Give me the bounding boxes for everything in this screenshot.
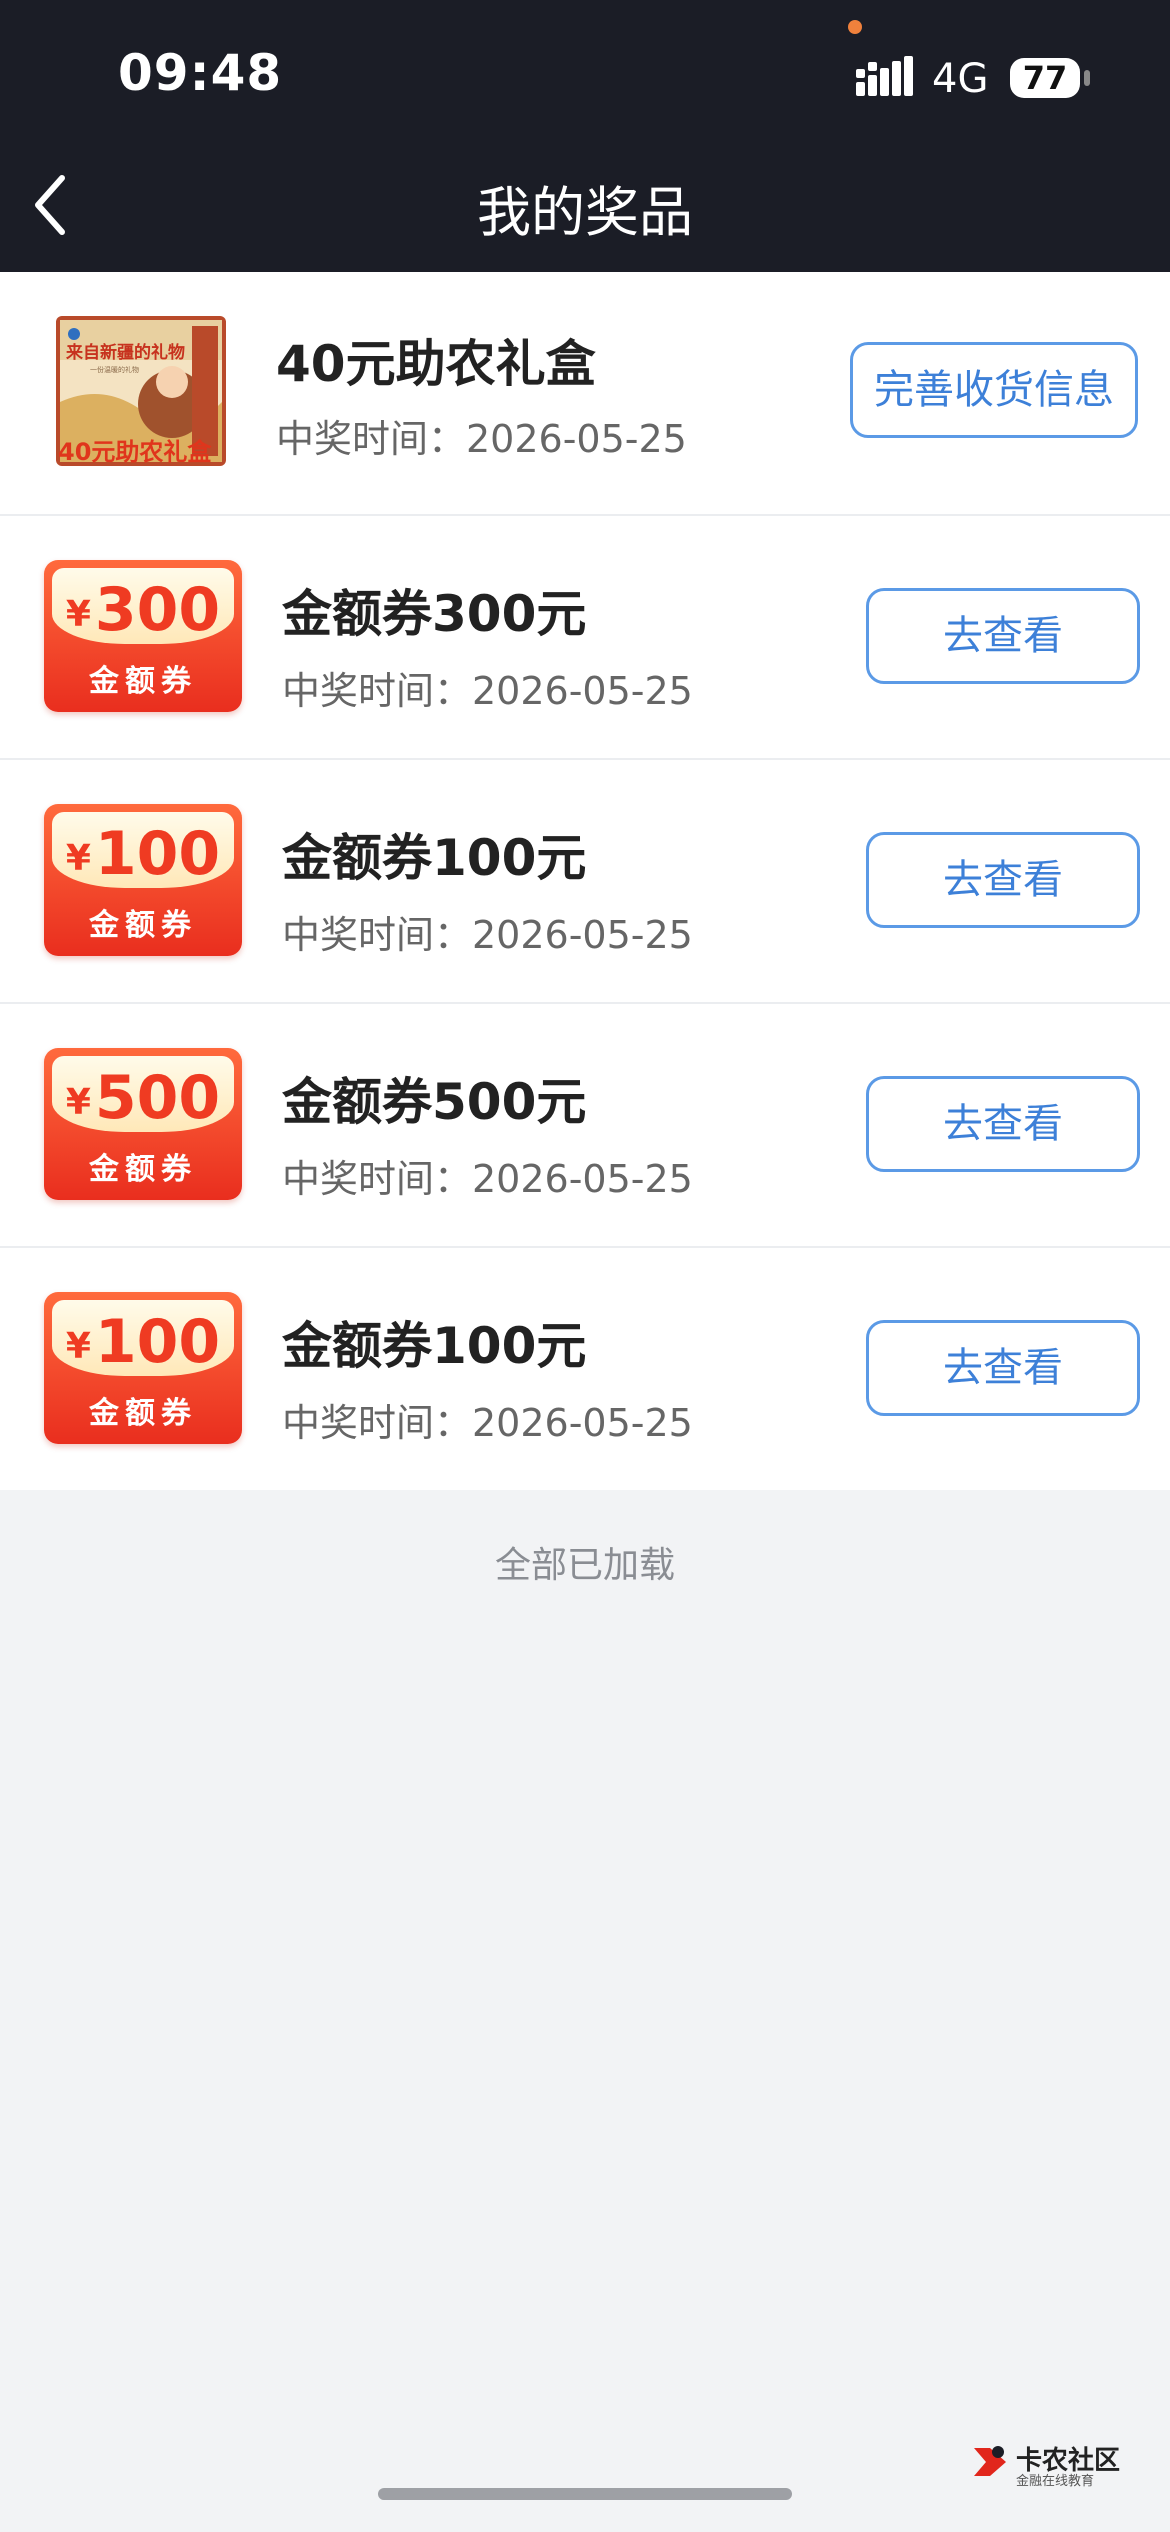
page-title: 我的奖品 — [477, 181, 693, 244]
voucher-icon: ¥500 金额券 — [44, 1048, 242, 1200]
all-loaded-text: 全部已加载 — [494, 1545, 675, 1586]
voucher-value: 100 — [94, 1307, 221, 1377]
prize-time: 中奖时间：2026-05-25 — [282, 913, 693, 957]
prize-time: 中奖时间：2026-05-25 — [282, 1157, 693, 1201]
prize-time: 中奖时间：2026-05-25 — [282, 1401, 693, 1445]
prize-row: ¥300 金额券 金额券300元 中奖时间：2026-05-25 去查看 — [0, 516, 1170, 760]
prize-row: ¥100 金额券 金额券100元 中奖时间：2026-05-25 去查看 — [0, 1248, 1170, 1490]
battery-level: 77 — [1022, 59, 1068, 97]
prize-name: 金额券100元 — [282, 1317, 587, 1375]
voucher-value: 300 — [94, 575, 221, 645]
voucher-icon: ¥300 金额券 — [44, 560, 242, 712]
voucher-amount: ¥300 — [52, 578, 234, 647]
currency-symbol: ¥ — [65, 1326, 91, 1367]
prize-row: ¥500 金额券 金额券500元 中奖时间：2026-05-25 去查看 — [0, 1004, 1170, 1248]
prize-row: ¥100 金额券 金额券100元 中奖时间：2026-05-25 去查看 — [0, 760, 1170, 1004]
prize-list: 来自新疆的礼物 一份温暖的礼物 40元助农礼盒 40元助农礼盒 中奖时间：202… — [0, 272, 1170, 1490]
voucher-amount: ¥100 — [52, 1310, 234, 1379]
voucher-top: ¥100 — [52, 1300, 234, 1376]
voucher-label: 金额券 — [89, 1152, 197, 1187]
view-button[interactable]: 去查看 — [866, 1320, 1140, 1416]
watermark-logo-icon — [974, 2446, 1006, 2476]
voucher-value: 500 — [94, 1063, 221, 1133]
currency-symbol: ¥ — [65, 594, 91, 635]
voucher-label: 金额券 — [89, 1396, 197, 1431]
view-button[interactable]: 去查看 — [866, 832, 1140, 928]
complete-shipping-info-button[interactable]: 完善收货信息 — [850, 342, 1138, 438]
header-bar: 09:48 4G 77 我的奖品 — [0, 0, 1170, 272]
prize-name: 金额券500元 — [282, 1073, 587, 1131]
watermark: 卡农社区 金融在线教育 — [970, 2440, 1120, 2490]
prize-name: 40元助农礼盒 — [276, 335, 596, 393]
voucher-amount: ¥500 — [52, 1066, 234, 1135]
privacy-indicator-dot — [848, 20, 862, 34]
signal-icon — [856, 56, 913, 96]
view-button[interactable]: 去查看 — [866, 588, 1140, 684]
prize-row: 来自新疆的礼物 一份温暖的礼物 40元助农礼盒 40元助农礼盒 中奖时间：202… — [0, 272, 1170, 516]
voucher-label: 金额券 — [89, 908, 197, 943]
gift-box-subtitle: 一份温暖的礼物 — [90, 365, 139, 374]
gift-box-banner: 来自新疆的礼物 — [65, 342, 185, 363]
voucher-icon: ¥100 金额券 — [44, 1292, 242, 1444]
voucher-top: ¥500 — [52, 1056, 234, 1132]
gift-box-image: 来自新疆的礼物 一份温暖的礼物 40元助农礼盒 — [56, 316, 226, 466]
battery-cap — [1084, 70, 1090, 86]
voucher-top: ¥100 — [52, 812, 234, 888]
currency-symbol: ¥ — [65, 1082, 91, 1123]
prize-time: 中奖时间：2026-05-25 — [282, 669, 693, 713]
voucher-value: 100 — [94, 819, 221, 889]
currency-symbol: ¥ — [65, 838, 91, 879]
voucher-top: ¥300 — [52, 568, 234, 644]
view-button[interactable]: 去查看 — [866, 1076, 1140, 1172]
voucher-label: 金额券 — [89, 664, 197, 699]
voucher-icon: ¥100 金额券 — [44, 804, 242, 956]
battery-icon: 77 — [1010, 58, 1080, 98]
voucher-amount: ¥100 — [52, 822, 234, 891]
home-indicator[interactable] — [378, 2488, 792, 2500]
status-time: 09:48 — [118, 44, 283, 102]
prize-name: 金额券300元 — [282, 585, 587, 643]
watermark-subtitle: 金融在线教育 — [1016, 2474, 1095, 2489]
prize-name: 金额券100元 — [282, 829, 587, 887]
gift-box-caption: 40元助农礼盒 — [58, 438, 212, 466]
prize-time: 中奖时间：2026-05-25 — [276, 417, 687, 461]
network-type: 4G — [932, 56, 989, 102]
